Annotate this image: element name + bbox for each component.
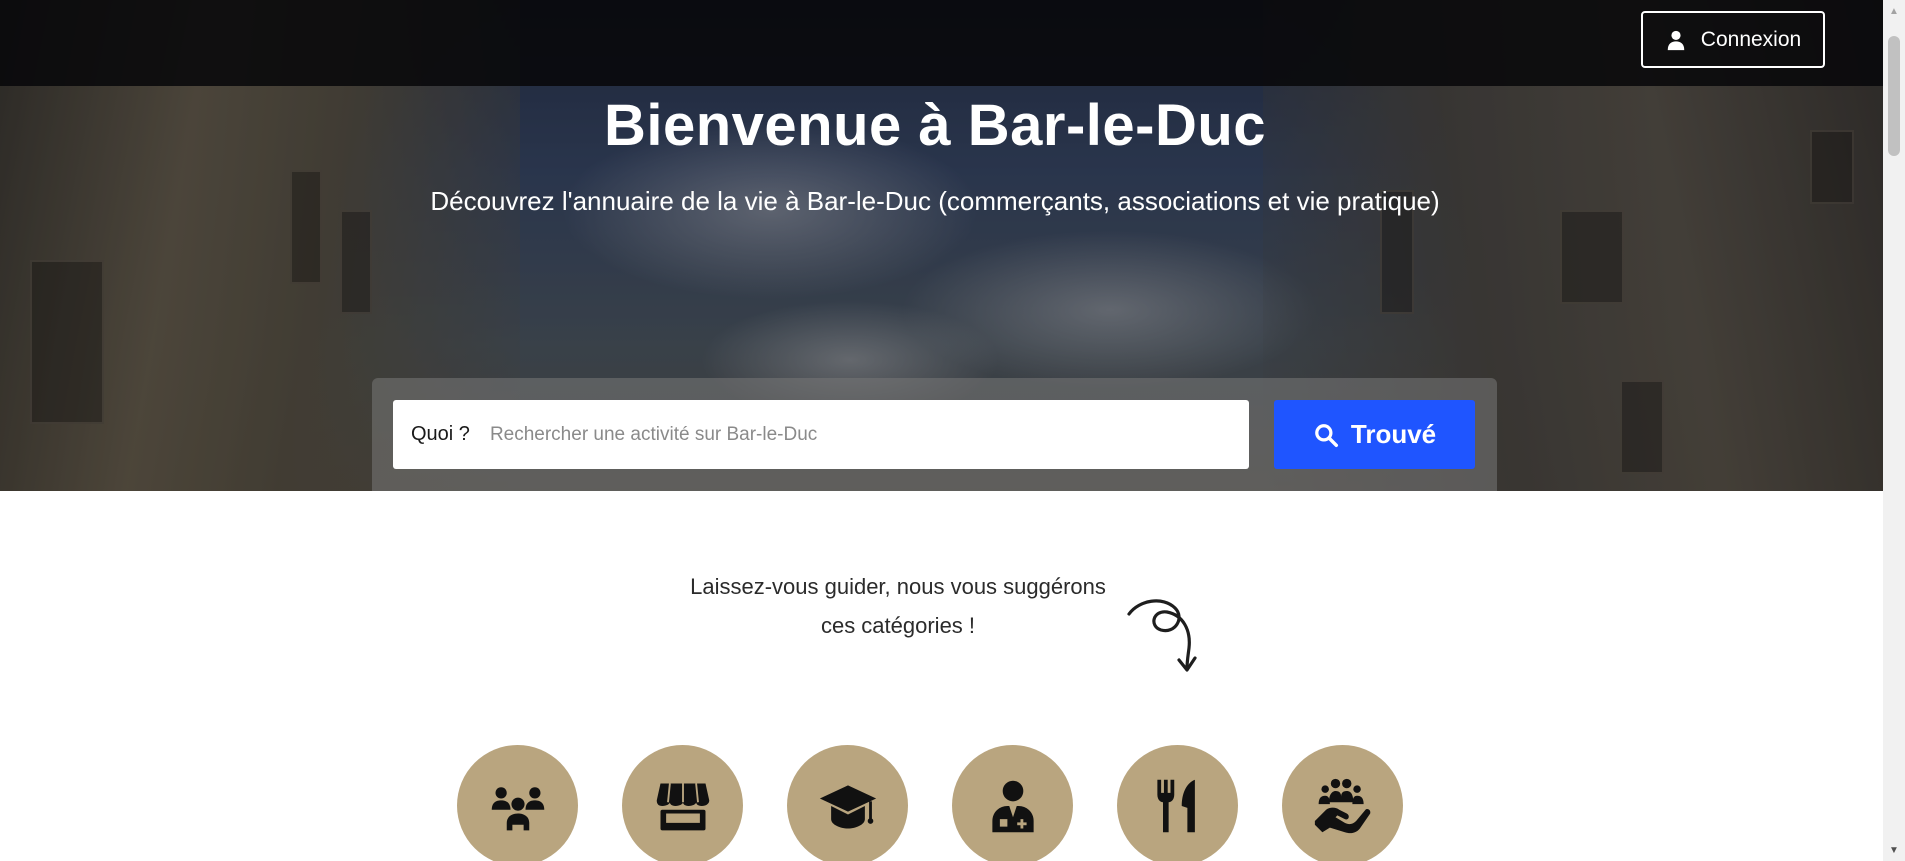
search-button[interactable]: Trouvé [1274, 400, 1475, 469]
scroll-down-arrow-icon[interactable]: ▼ [1883, 839, 1905, 861]
search-panel: Quoi ? Trouvé [372, 378, 1497, 491]
category-associations[interactable] [1282, 745, 1403, 861]
login-button[interactable]: Connexion [1641, 11, 1825, 68]
search-input[interactable] [487, 422, 1235, 447]
top-bar: Connexion [0, 0, 1883, 86]
doctor-icon [991, 780, 1034, 832]
scroll-thumb[interactable] [1888, 36, 1900, 156]
category-education[interactable] [787, 745, 908, 861]
scrollbar[interactable]: ▲ ▼ [1883, 0, 1905, 861]
search-button-label: Trouvé [1350, 419, 1437, 449]
search-field[interactable]: Quoi ? [393, 400, 1249, 469]
shop-icon [656, 782, 709, 830]
curly-arrow-icon [1127, 599, 1197, 672]
guide-line: Laissez-vous guider, nous vous suggérons [690, 574, 1106, 599]
guide-text: Laissez-vous guider, nous vous suggérons… [658, 567, 1138, 645]
login-label: Connexion [1700, 27, 1802, 51]
category-shop[interactable] [622, 745, 743, 861]
page-subtitle: Découvrez l'annuaire de la vie à Bar-le-… [430, 186, 1440, 216]
people-group-icon [491, 786, 544, 830]
page-title: Bienvenue à Bar-le-Duc [603, 93, 1267, 158]
user-icon [1667, 30, 1685, 50]
page: Bienvenue à Bar-le-Duc Découvrez l'annua… [0, 0, 1883, 861]
category-health[interactable] [952, 745, 1073, 861]
search-label: Quoi ? [411, 423, 470, 445]
scroll-up-arrow-icon[interactable]: ▲ [1883, 0, 1905, 22]
category-restaurants[interactable] [1117, 745, 1238, 861]
utensils-icon [1156, 779, 1195, 832]
search-icon [1315, 423, 1338, 447]
graduation-cap-icon [819, 784, 876, 828]
guide-line: ces catégories ! [820, 613, 976, 638]
hand-holding-people-icon [1314, 778, 1370, 833]
category-people-group[interactable] [457, 745, 578, 861]
